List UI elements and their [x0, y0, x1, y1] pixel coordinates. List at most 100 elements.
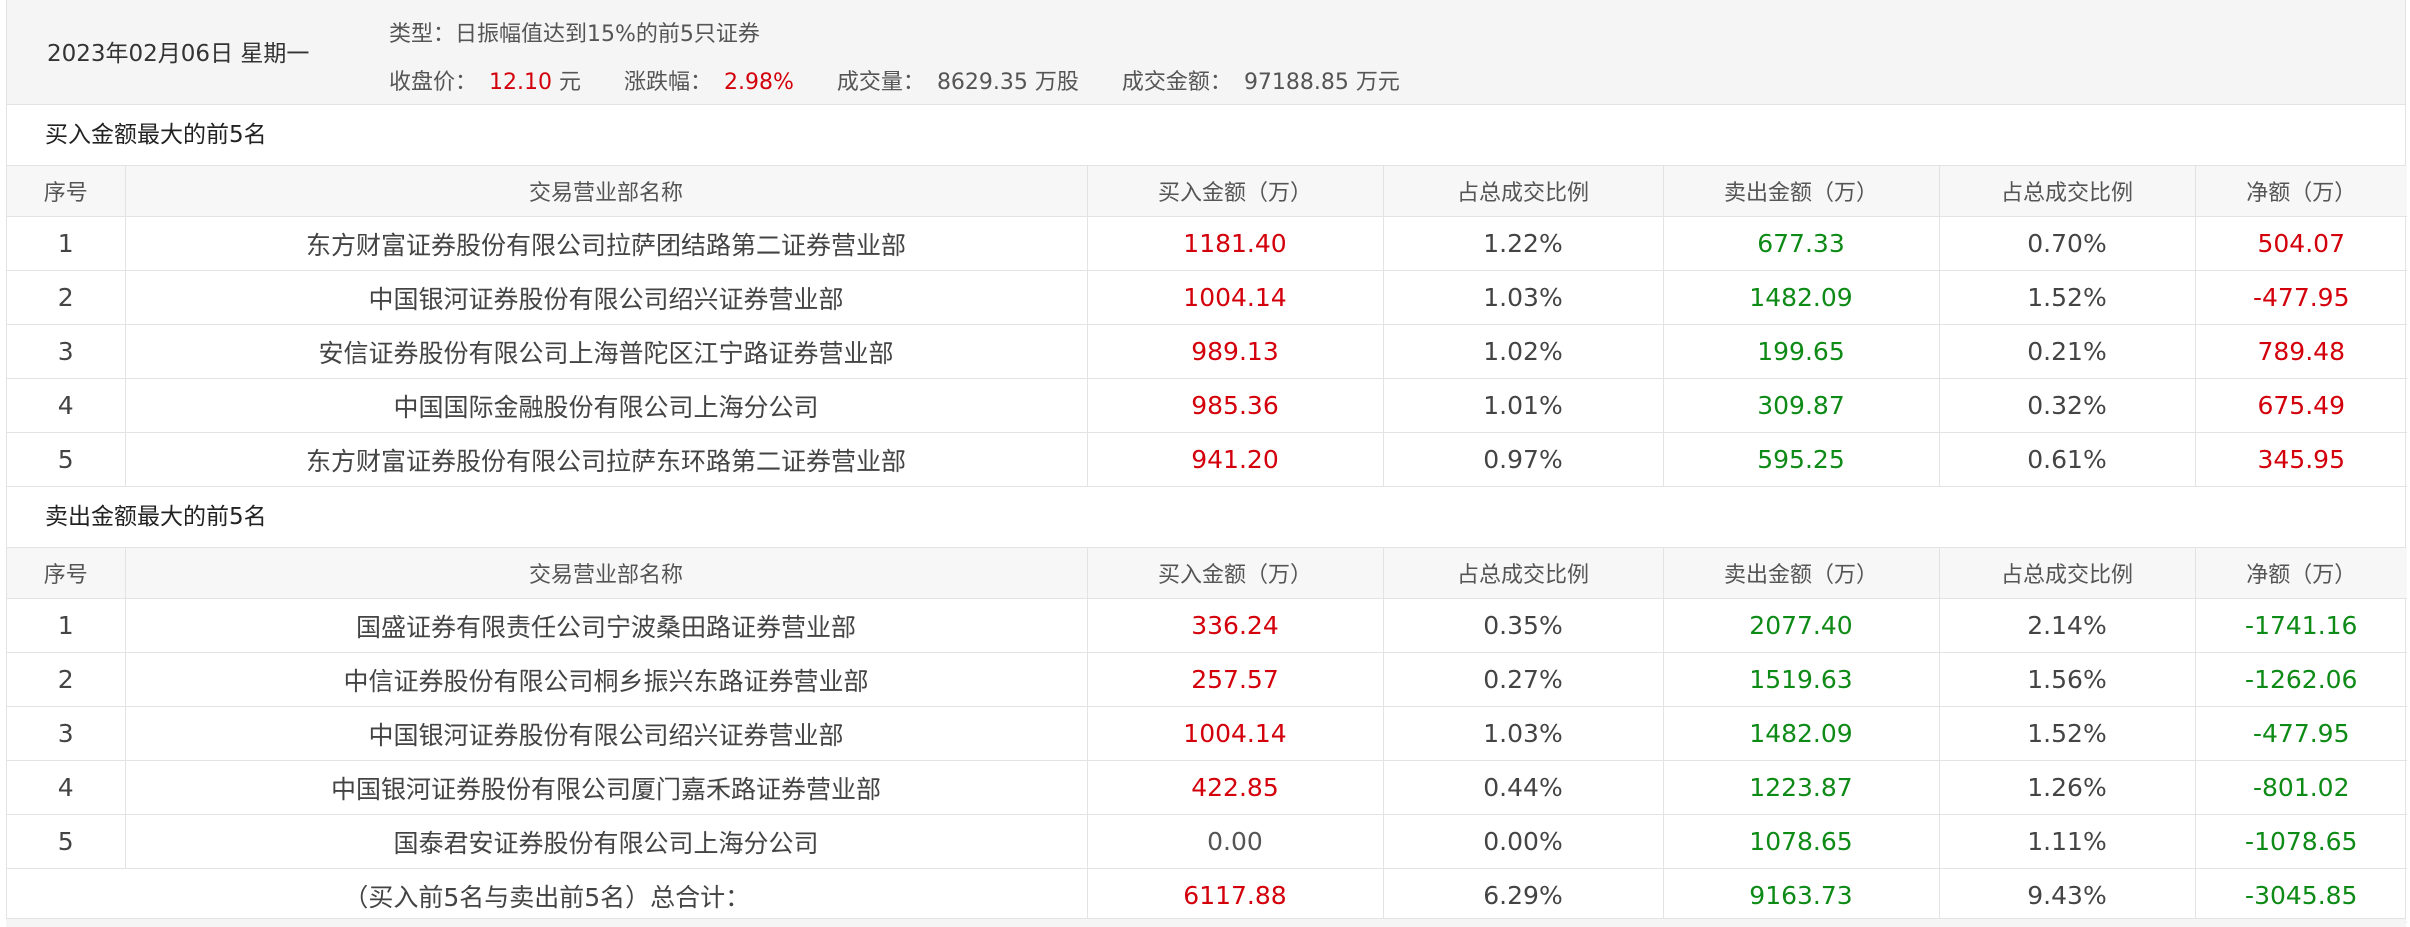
buy-amount-cell: 1004.14	[1087, 706, 1384, 761]
table-row: 5 国泰君安证券股份有限公司上海分公司 0.00 0.00% 1078.65 1…	[7, 814, 2407, 869]
total-buy-ratio: 6.29%	[1383, 868, 1664, 923]
rank-cell: 3	[7, 324, 126, 379]
stock-info-bar: 2023年02月06日 星期一 类型：日振幅值达到15%的前5只证券 收盘价： 1…	[7, 0, 2405, 105]
buy-amount-cell: 941.20	[1087, 432, 1384, 487]
col-sell-ratio: 占总成交比例	[1939, 548, 2196, 599]
branch-name-cell: 东方财富证券股份有限公司拉萨东环路第二证券营业部	[125, 432, 1088, 487]
turnover: 成交金额： 97188.85 万元	[1122, 64, 1400, 96]
change-label: 涨跌幅：	[624, 70, 713, 95]
col-sell-ratio: 占总成交比例	[1939, 166, 2196, 217]
buy-ratio-cell: 0.44%	[1383, 760, 1664, 815]
buy-ratio-cell: 0.35%	[1383, 598, 1664, 653]
volume-value: 8629.35 万股	[936, 70, 1079, 95]
col-buy-ratio: 占总成交比例	[1383, 548, 1664, 599]
branch-name-cell: 国泰君安证券股份有限公司上海分公司	[125, 814, 1088, 869]
rank-cell: 4	[7, 760, 126, 815]
col-buy-amount: 买入金额（万）	[1087, 166, 1384, 217]
sell-table: 序号 交易营业部名称 买入金额（万） 占总成交比例 卖出金额（万） 占总成交比例…	[7, 548, 2407, 923]
close-unit: 元	[559, 70, 582, 95]
net-amount-cell: -1078.65	[2195, 814, 2407, 869]
sell-table-header: 序号 交易营业部名称 买入金额（万） 占总成交比例 卖出金额（万） 占总成交比例…	[7, 548, 2407, 599]
col-rank: 序号	[7, 166, 126, 217]
lhb-panel: 2023年02月06日 星期一 类型：日振幅值达到15%的前5只证券 收盘价： 1…	[6, 0, 2407, 924]
rank-cell: 1	[7, 216, 126, 271]
buy-amount-cell: 257.57	[1087, 652, 1384, 707]
table-row: 2 中信证券股份有限公司桐乡振兴东路证券营业部 257.57 0.27% 151…	[7, 652, 2407, 707]
rank-cell: 5	[7, 814, 126, 869]
total-sell-ratio: 9.43%	[1939, 868, 2196, 923]
branch-name-cell: 中国银河证券股份有限公司绍兴证券营业部	[125, 706, 1088, 761]
type-value: 日振幅值达到15%的前5只证券	[455, 22, 760, 47]
net-amount-cell: 789.48	[2195, 324, 2407, 379]
close-value: 12.10	[489, 70, 552, 95]
list-type: 类型：日振幅值达到15%的前5只证券	[389, 16, 760, 48]
sell-amount-cell: 2077.40	[1663, 598, 1940, 653]
buy-ratio-cell: 1.22%	[1383, 216, 1664, 271]
table-row: 4 中国国际金融股份有限公司上海分公司 985.36 1.01% 309.87 …	[7, 378, 2407, 433]
net-amount-cell: -1741.16	[2195, 598, 2407, 653]
table-row: 1 东方财富证券股份有限公司拉萨团结路第二证券营业部 1181.40 1.22%…	[7, 216, 2407, 271]
col-sell-amount: 卖出金额（万）	[1663, 166, 1940, 217]
change-value: 2.98%	[724, 70, 794, 95]
close-price: 收盘价： 12.10 元	[389, 64, 581, 96]
col-sell-amount: 卖出金额（万）	[1663, 548, 1940, 599]
rank-cell: 5	[7, 432, 126, 487]
total-buy-amount: 6117.88	[1087, 868, 1384, 923]
sell-amount-cell: 199.65	[1663, 324, 1940, 379]
buy-amount-cell: 336.24	[1087, 598, 1384, 653]
turnover-value: 97188.85 万元	[1243, 70, 1400, 95]
sell-ratio-cell: 1.11%	[1939, 814, 2196, 869]
net-amount-cell: 504.07	[2195, 216, 2407, 271]
sell-amount-cell: 1223.87	[1663, 760, 1940, 815]
branch-name-cell: 中国银河证券股份有限公司厦门嘉禾路证券营业部	[125, 760, 1088, 815]
sell-amount-cell: 1482.09	[1663, 706, 1940, 761]
rank-cell: 4	[7, 378, 126, 433]
sell-amount-cell: 1078.65	[1663, 814, 1940, 869]
rank-cell: 3	[7, 706, 126, 761]
sell-amount-cell: 1482.09	[1663, 270, 1940, 325]
buy-ratio-cell: 1.02%	[1383, 324, 1664, 379]
price-change: 涨跌幅： 2.98%	[624, 64, 794, 96]
sell-ratio-cell: 2.14%	[1939, 598, 2196, 653]
sell-ratio-cell: 1.56%	[1939, 652, 2196, 707]
buy-amount-cell: 422.85	[1087, 760, 1384, 815]
total-label: （买入前5名与卖出前5名）总合计：	[7, 868, 1088, 923]
buy-amount-cell: 985.36	[1087, 378, 1384, 433]
col-branch-name: 交易营业部名称	[125, 548, 1088, 599]
table-row: 5 东方财富证券股份有限公司拉萨东环路第二证券营业部 941.20 0.97% …	[7, 432, 2407, 487]
close-label: 收盘价：	[389, 70, 478, 95]
branch-name-cell: 国盛证券有限责任公司宁波桑田路证券营业部	[125, 598, 1088, 653]
sell-amount-cell: 1519.63	[1663, 652, 1940, 707]
branch-name-cell: 东方财富证券股份有限公司拉萨团结路第二证券营业部	[125, 216, 1088, 271]
buy-table: 序号 交易营业部名称 买入金额（万） 占总成交比例 卖出金额（万） 占总成交比例…	[7, 166, 2407, 487]
sell-amount-cell: 595.25	[1663, 432, 1940, 487]
table-row: 3 中国银河证券股份有限公司绍兴证券营业部 1004.14 1.03% 1482…	[7, 706, 2407, 761]
rank-cell: 2	[7, 652, 126, 707]
buy-ratio-cell: 0.97%	[1383, 432, 1664, 487]
total-sell-amount: 9163.73	[1663, 868, 1940, 923]
sell-section-title: 卖出金额最大的前5名	[7, 487, 2405, 548]
rank-cell: 2	[7, 270, 126, 325]
col-branch-name: 交易营业部名称	[125, 166, 1088, 217]
buy-amount-cell: 0.00	[1087, 814, 1384, 869]
buy-section-title: 买入金额最大的前5名	[7, 105, 2405, 166]
total-row: （买入前5名与卖出前5名）总合计： 6117.88 6.29% 9163.73 …	[7, 868, 2407, 923]
volume-label: 成交量：	[836, 70, 925, 95]
buy-ratio-cell: 0.00%	[1383, 814, 1664, 869]
total-net-amount: -3045.85	[2195, 868, 2407, 923]
branch-name-cell: 中国国际金融股份有限公司上海分公司	[125, 378, 1088, 433]
col-rank: 序号	[7, 548, 126, 599]
buy-amount-cell: 989.13	[1087, 324, 1384, 379]
sell-ratio-cell: 0.61%	[1939, 432, 2196, 487]
net-amount-cell: -477.95	[2195, 706, 2407, 761]
net-amount-cell: -1262.06	[2195, 652, 2407, 707]
table-row: 4 中国银河证券股份有限公司厦门嘉禾路证券营业部 422.85 0.44% 12…	[7, 760, 2407, 815]
buy-ratio-cell: 1.03%	[1383, 706, 1664, 761]
sell-amount-cell: 309.87	[1663, 378, 1940, 433]
sell-ratio-cell: 1.26%	[1939, 760, 2196, 815]
sell-ratio-cell: 0.32%	[1939, 378, 2196, 433]
sell-ratio-cell: 1.52%	[1939, 270, 2196, 325]
table-row: 2 中国银河证券股份有限公司绍兴证券营业部 1004.14 1.03% 1482…	[7, 270, 2407, 325]
net-amount-cell: -477.95	[2195, 270, 2407, 325]
sell-amount-cell: 677.33	[1663, 216, 1940, 271]
